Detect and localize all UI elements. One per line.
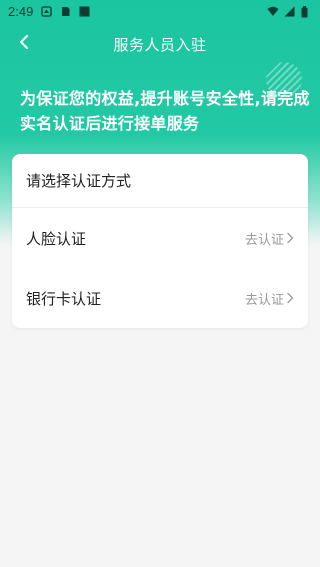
- notification-icon: [41, 5, 52, 17]
- wifi-icon: [267, 6, 279, 17]
- option-face-verification[interactable]: 人脸认证 去认证: [12, 208, 308, 268]
- verification-card: 请选择认证方式 人脸认证 去认证 银行卡认证 去认证: [12, 154, 308, 328]
- title-bar: 服务人员入驻: [0, 24, 320, 64]
- go-verify-link[interactable]: 去认证: [245, 289, 294, 308]
- option-label: 银行卡认证: [26, 289, 102, 308]
- status-bar: 2:49: [0, 0, 320, 22]
- option-action-text: 去认证: [244, 232, 284, 248]
- signal-icon: [284, 6, 295, 17]
- option-action-text: 去认证: [244, 292, 284, 308]
- card-title: 请选择认证方式: [26, 172, 132, 190]
- sim-icon: [60, 6, 71, 17]
- chevron-left-icon: [18, 34, 30, 54]
- chevron-right-icon: [286, 289, 294, 308]
- option-bank-card-verification[interactable]: 银行卡认证 去认证: [12, 268, 308, 328]
- notice-text: 为保证您的权益,提升账号安全性,请完成实名认证后进行接单服务: [20, 89, 310, 133]
- option-label: 人脸认证: [26, 229, 87, 248]
- page-title: 服务人员入驻: [113, 35, 207, 54]
- status-time: 2:49: [8, 3, 34, 19]
- back-button[interactable]: [10, 30, 38, 58]
- go-verify-link[interactable]: 去认证: [245, 229, 294, 248]
- card-header: 请选择认证方式: [12, 154, 308, 208]
- chevron-right-icon: [286, 229, 294, 248]
- app-icon: [79, 6, 90, 17]
- battery-icon: [301, 5, 312, 17]
